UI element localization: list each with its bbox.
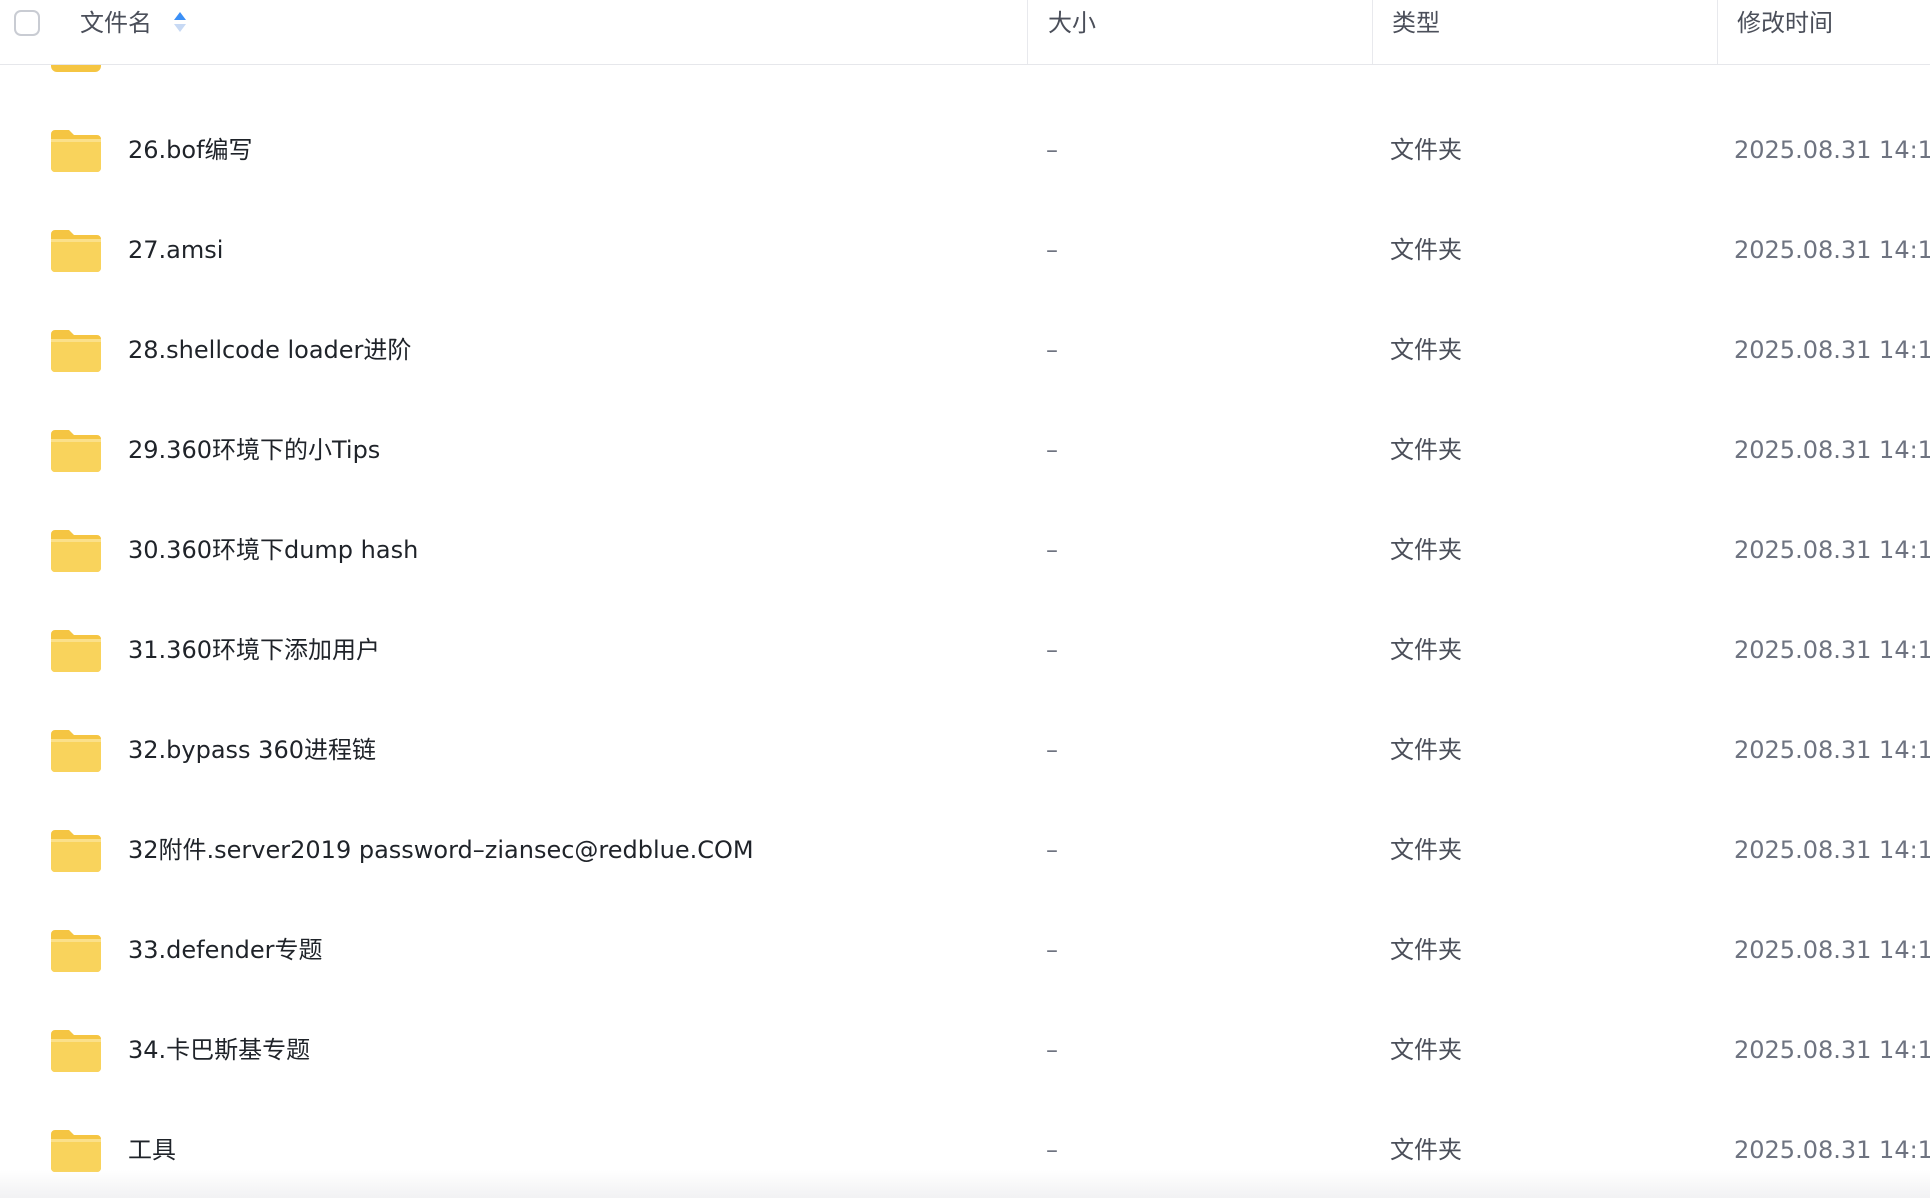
folder-icon (51, 828, 101, 872)
file-modified-time: 2025.08.31 14:17 (1734, 736, 1930, 764)
file-row[interactable]: 29.360环境下的小Tips – 文件夹 2025.08.31 14:17 (0, 400, 1930, 500)
file-row[interactable]: 33.defender专题 – 文件夹 2025.08.31 14:17 (0, 900, 1930, 1000)
file-size: – (1046, 836, 1058, 864)
file-name[interactable]: 32.bypass 360进程链 (128, 700, 376, 800)
file-type: 文件夹 (1390, 336, 1462, 364)
file-type: 文件夹 (1390, 836, 1462, 864)
file-size: – (1046, 1036, 1058, 1064)
file-name[interactable]: 26.bof编写 (128, 100, 253, 200)
file-type: 文件夹 (1390, 436, 1462, 464)
scroll-fade (0, 1170, 1930, 1198)
select-all-checkbox[interactable] (14, 10, 40, 36)
file-name[interactable]: 29.360环境下的小Tips (128, 400, 380, 500)
folder-icon (51, 628, 101, 672)
file-row[interactable]: 26.bof编写 – 文件夹 2025.08.31 14:17 (0, 100, 1930, 200)
file-size: – (1046, 336, 1058, 364)
file-size: – (1046, 236, 1058, 264)
column-header-modified-label: 修改时间 (1737, 9, 1833, 37)
file-type: 文件夹 (1390, 236, 1462, 264)
file-modified-time: 2025.08.31 14:17 (1734, 836, 1930, 864)
file-row[interactable]: 31.360环境下添加用户 – 文件夹 2025.08.31 14:17 (0, 600, 1930, 700)
folder-icon (51, 1028, 101, 1072)
file-name[interactable]: 30.360环境下dump hash (128, 500, 418, 600)
file-row[interactable]: 32.bypass 360进程链 – 文件夹 2025.08.31 14:17 (0, 700, 1930, 800)
column-header-type-label: 类型 (1392, 9, 1440, 37)
file-name[interactable]: 27.amsi (128, 200, 223, 300)
column-header-size[interactable]: 大小 (1048, 0, 1096, 64)
file-modified-time: 2025.08.31 14:17 (1734, 136, 1930, 164)
file-row[interactable]: 27.amsi – 文件夹 2025.08.31 14:17 (0, 200, 1930, 300)
folder-icon (51, 528, 101, 572)
file-row[interactable]: 32附件.server2019 password–ziansec@redblue… (0, 800, 1930, 900)
file-name[interactable]: 33.defender专题 (128, 900, 322, 1000)
table-header: 文件名 大小 类型 修改时间 (0, 0, 1930, 65)
folder-icon (51, 128, 101, 172)
sort-ascending-icon[interactable] (172, 12, 188, 36)
file-type: 文件夹 (1390, 1036, 1462, 1064)
folder-icon (51, 328, 101, 372)
column-divider[interactable] (1372, 0, 1373, 64)
folder-icon (51, 228, 101, 272)
file-size: – (1046, 536, 1058, 564)
file-type: 文件夹 (1390, 536, 1462, 564)
folder-icon (51, 728, 101, 772)
file-name[interactable]: 31.360环境下添加用户 (128, 600, 380, 700)
file-type: 文件夹 (1390, 636, 1462, 664)
file-modified-time: 2025.08.31 14:17 (1734, 236, 1930, 264)
file-type: 文件夹 (1390, 936, 1462, 964)
file-modified-time: 2025.08.31 14:17 (1734, 436, 1930, 464)
file-size: – (1046, 436, 1058, 464)
file-browser: 26.bof编写 – 文件夹 2025.08.31 14:17 27.amsi – 文件夹 2… (0, 0, 1930, 1198)
file-modified-time: 2025.08.31 14:17 (1734, 1036, 1930, 1064)
file-modified-time: 2025.08.31 14:17 (1734, 636, 1930, 664)
column-header-modified[interactable]: 修改时间 (1737, 0, 1833, 64)
file-size: – (1046, 736, 1058, 764)
file-name[interactable]: 34.卡巴斯基专题 (128, 1000, 310, 1100)
folder-icon (51, 428, 101, 472)
column-header-name-label: 文件名 (80, 9, 152, 37)
file-modified-time: 2025.08.31 14:17 (1734, 936, 1930, 964)
file-type: 文件夹 (1390, 136, 1462, 164)
file-size: – (1046, 936, 1058, 964)
file-row[interactable]: 34.卡巴斯基专题 – 文件夹 2025.08.31 14:17 (0, 1000, 1930, 1100)
file-name[interactable]: 28.shellcode loader进阶 (128, 300, 411, 400)
file-size: – (1046, 136, 1058, 164)
file-modified-time: 2025.08.31 14:17 (1734, 336, 1930, 364)
file-row[interactable]: 28.shellcode loader进阶 – 文件夹 2025.08.31 14:1… (0, 300, 1930, 400)
column-header-size-label: 大小 (1048, 9, 1096, 37)
column-header-type[interactable]: 类型 (1392, 0, 1440, 64)
file-type: 文件夹 (1390, 736, 1462, 764)
file-modified-time: 2025.08.31 14:17 (1734, 536, 1930, 564)
file-name[interactable]: 32附件.server2019 password–ziansec@redblue… (128, 800, 754, 900)
column-divider[interactable] (1717, 0, 1718, 64)
file-row[interactable]: 30.360环境下dump hash – 文件夹 2025.08.31 14:17 (0, 500, 1930, 600)
folder-icon (51, 1128, 101, 1172)
folder-icon (51, 928, 101, 972)
file-size: – (1046, 636, 1058, 664)
column-header-name[interactable]: 文件名 (80, 0, 152, 64)
column-divider[interactable] (1027, 0, 1028, 64)
